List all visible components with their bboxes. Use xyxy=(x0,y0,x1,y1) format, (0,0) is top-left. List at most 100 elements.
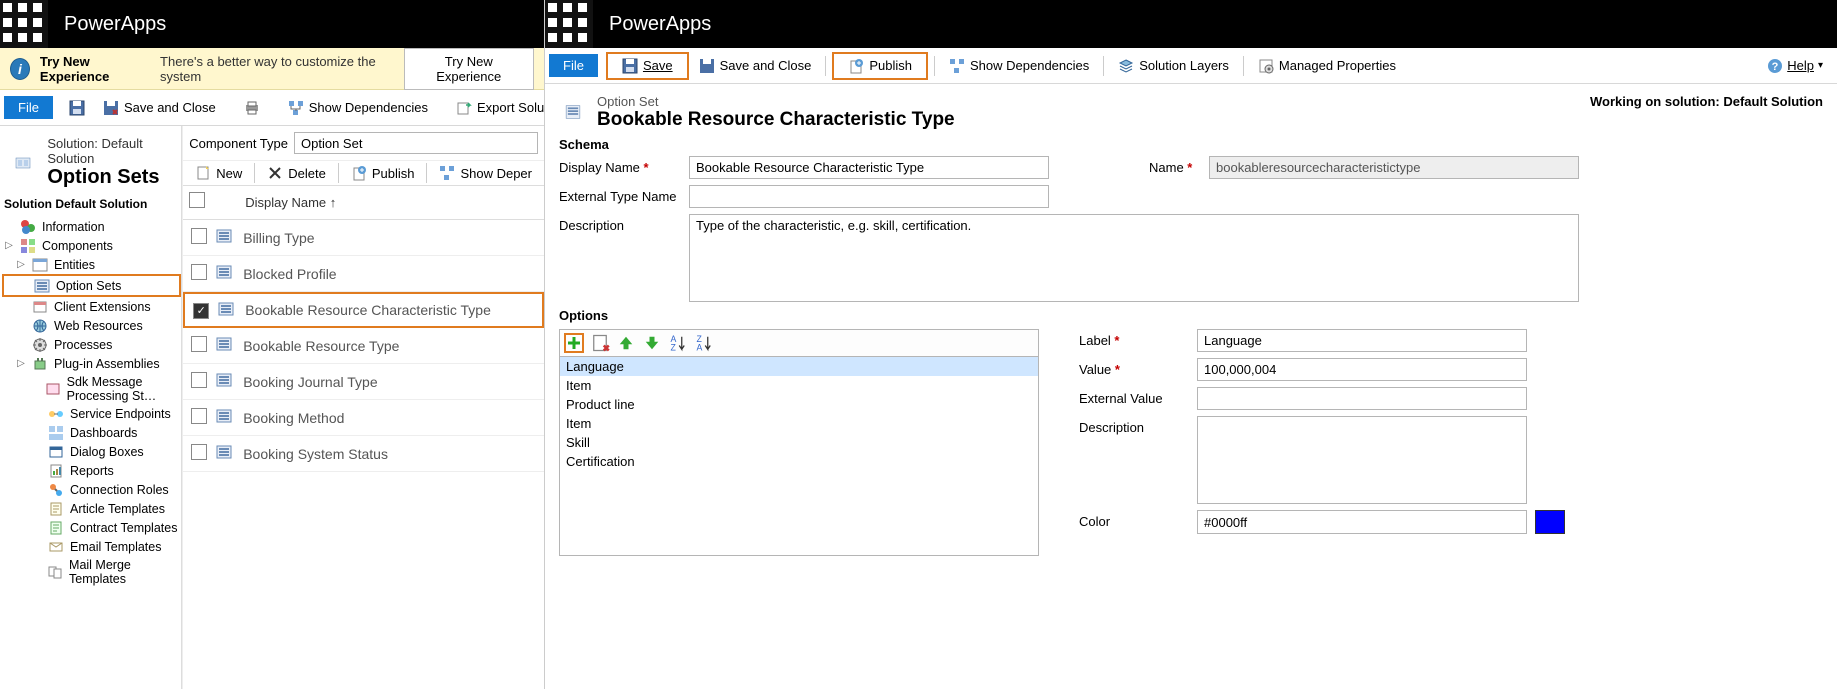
svg-text:?: ? xyxy=(1772,61,1779,73)
app-title: PowerApps xyxy=(48,13,166,36)
save-and-close-button[interactable]: Save and Close xyxy=(691,55,820,77)
column-display-name[interactable]: Display Name ↑ xyxy=(245,195,336,210)
row-checkbox[interactable] xyxy=(191,228,207,244)
table-row[interactable]: ✓Bookable Resource Characteristic Type xyxy=(183,292,544,328)
nav-client-extensions[interactable]: Client Extensions xyxy=(2,297,181,316)
move-up-button[interactable] xyxy=(616,333,636,353)
publish-button[interactable]: Publish xyxy=(840,55,920,77)
row-name: Bookable Resource Type xyxy=(239,338,544,354)
option-item[interactable]: Language xyxy=(560,357,1038,376)
display-name-input[interactable] xyxy=(689,156,1049,179)
print-icon xyxy=(244,100,260,116)
show-dependencies-button[interactable]: Show Dependencies xyxy=(280,97,436,119)
table-row[interactable]: Bookable Resource Type xyxy=(183,328,544,364)
external-type-input[interactable] xyxy=(689,185,1049,208)
print-icon-button[interactable] xyxy=(236,97,268,119)
help-link[interactable]: ? Help▾ xyxy=(1767,58,1833,74)
nav-dialog-boxes[interactable]: Dialog Boxes xyxy=(2,442,181,461)
save-button[interactable]: Save xyxy=(614,55,681,77)
try-new-button[interactable]: Try New Experience xyxy=(404,48,535,90)
delete-button[interactable]: Delete xyxy=(261,163,332,183)
option-item[interactable]: Item xyxy=(560,376,1038,395)
publish-button[interactable]: Publish xyxy=(345,163,421,183)
save-icon xyxy=(69,100,85,116)
row-checkbox[interactable] xyxy=(191,336,207,352)
publish-icon xyxy=(351,165,367,181)
row-checkbox[interactable]: ✓ xyxy=(193,303,209,319)
save-and-close-button[interactable]: Save and Close xyxy=(95,97,224,119)
nav-components[interactable]: ▷Components xyxy=(2,236,181,255)
option-description-input[interactable] xyxy=(1197,416,1527,504)
managed-properties-button[interactable]: Managed Properties xyxy=(1250,55,1404,77)
new-button[interactable]: New xyxy=(189,163,248,183)
move-down-button[interactable] xyxy=(642,333,662,353)
option-value-input[interactable] xyxy=(1197,358,1527,381)
table-row[interactable]: Booking System Status xyxy=(183,436,544,472)
option-item[interactable]: Item xyxy=(560,414,1038,433)
nav-reports[interactable]: Reports xyxy=(2,461,181,480)
nav-contract-templates[interactable]: Contract Templates xyxy=(2,518,181,537)
dependencies-icon xyxy=(949,58,965,74)
option-color-label: Color xyxy=(1079,510,1189,534)
app-launcher-icon[interactable] xyxy=(0,0,48,48)
description-label: Description xyxy=(559,214,679,233)
option-set-icon xyxy=(216,444,232,460)
nav-option-sets[interactable]: Option Sets xyxy=(2,274,181,297)
description-input[interactable] xyxy=(689,214,1579,302)
solution-layers-button[interactable]: Solution Layers xyxy=(1110,55,1237,77)
color-swatch[interactable] xyxy=(1535,510,1565,534)
table-row[interactable]: Billing Type xyxy=(183,220,544,256)
show-dependencies-button[interactable]: Show Dependencies xyxy=(941,55,1097,77)
dependencies-icon xyxy=(439,165,455,181)
nav-dashboards[interactable]: Dashboards xyxy=(2,423,181,442)
option-item[interactable]: Product line xyxy=(560,395,1038,414)
nav-service-endpoints[interactable]: Service Endpoints xyxy=(2,404,181,423)
dependencies-icon xyxy=(288,100,304,116)
row-name: Booking Journal Type xyxy=(239,374,544,390)
nav-connection-roles[interactable]: Connection Roles xyxy=(2,480,181,499)
name-label: Name xyxy=(1149,156,1199,175)
client-ext-icon xyxy=(32,299,48,315)
table-row[interactable]: Booking Method xyxy=(183,400,544,436)
option-color-input[interactable] xyxy=(1197,510,1527,534)
external-type-label: External Type Name xyxy=(559,185,679,204)
select-all-checkbox[interactable] xyxy=(189,192,205,208)
option-item[interactable]: Certification xyxy=(560,452,1038,471)
delete-icon xyxy=(267,165,283,181)
nav-web-resources[interactable]: Web Resources xyxy=(2,316,181,335)
sort-asc-button[interactable]: AZ xyxy=(668,333,688,353)
nav-plugin-assemblies[interactable]: ▷Plug-in Assemblies xyxy=(2,354,181,373)
row-name: Blocked Profile xyxy=(239,266,544,282)
add-option-button[interactable] xyxy=(564,333,584,353)
banner-title: Try New Experience xyxy=(40,54,150,84)
sort-desc-button[interactable]: ZA xyxy=(694,333,714,353)
option-label-input[interactable] xyxy=(1197,329,1527,352)
nav-mail-merge-templates[interactable]: Mail Merge Templates xyxy=(2,556,181,587)
row-checkbox[interactable] xyxy=(191,372,207,388)
nav-information[interactable]: Information xyxy=(2,217,181,236)
nav-sdk-msg[interactable]: Sdk Message Processing St… xyxy=(2,373,181,404)
nav-processes[interactable]: Processes xyxy=(2,335,181,354)
show-deps-button[interactable]: Show Deper xyxy=(433,163,538,183)
file-menu[interactable]: File xyxy=(4,96,53,119)
nav-article-templates[interactable]: Article Templates xyxy=(2,499,181,518)
options-list[interactable]: LanguageItemProduct lineItemSkillCertifi… xyxy=(559,356,1039,556)
component-type-select[interactable] xyxy=(294,132,538,154)
file-menu[interactable]: File xyxy=(549,54,598,77)
row-checkbox[interactable] xyxy=(191,444,207,460)
option-external-value-input[interactable] xyxy=(1197,387,1527,410)
options-section-label: Options xyxy=(559,308,1823,323)
nav-email-templates[interactable]: Email Templates xyxy=(2,537,181,556)
row-checkbox[interactable] xyxy=(191,264,207,280)
table-row[interactable]: Blocked Profile xyxy=(183,256,544,292)
save-icon-button[interactable] xyxy=(61,97,93,119)
table-row[interactable]: Booking Journal Type xyxy=(183,364,544,400)
delete-option-button[interactable] xyxy=(590,333,610,353)
option-item[interactable]: Skill xyxy=(560,433,1038,452)
row-checkbox[interactable] xyxy=(191,408,207,424)
page-title: Option Sets xyxy=(47,166,173,189)
export-solution-button[interactable]: Export Solution xyxy=(448,97,545,119)
nav-entities[interactable]: ▷Entities xyxy=(2,255,181,274)
schema-section-label: Schema xyxy=(559,137,1823,152)
app-launcher-icon[interactable] xyxy=(545,0,593,48)
